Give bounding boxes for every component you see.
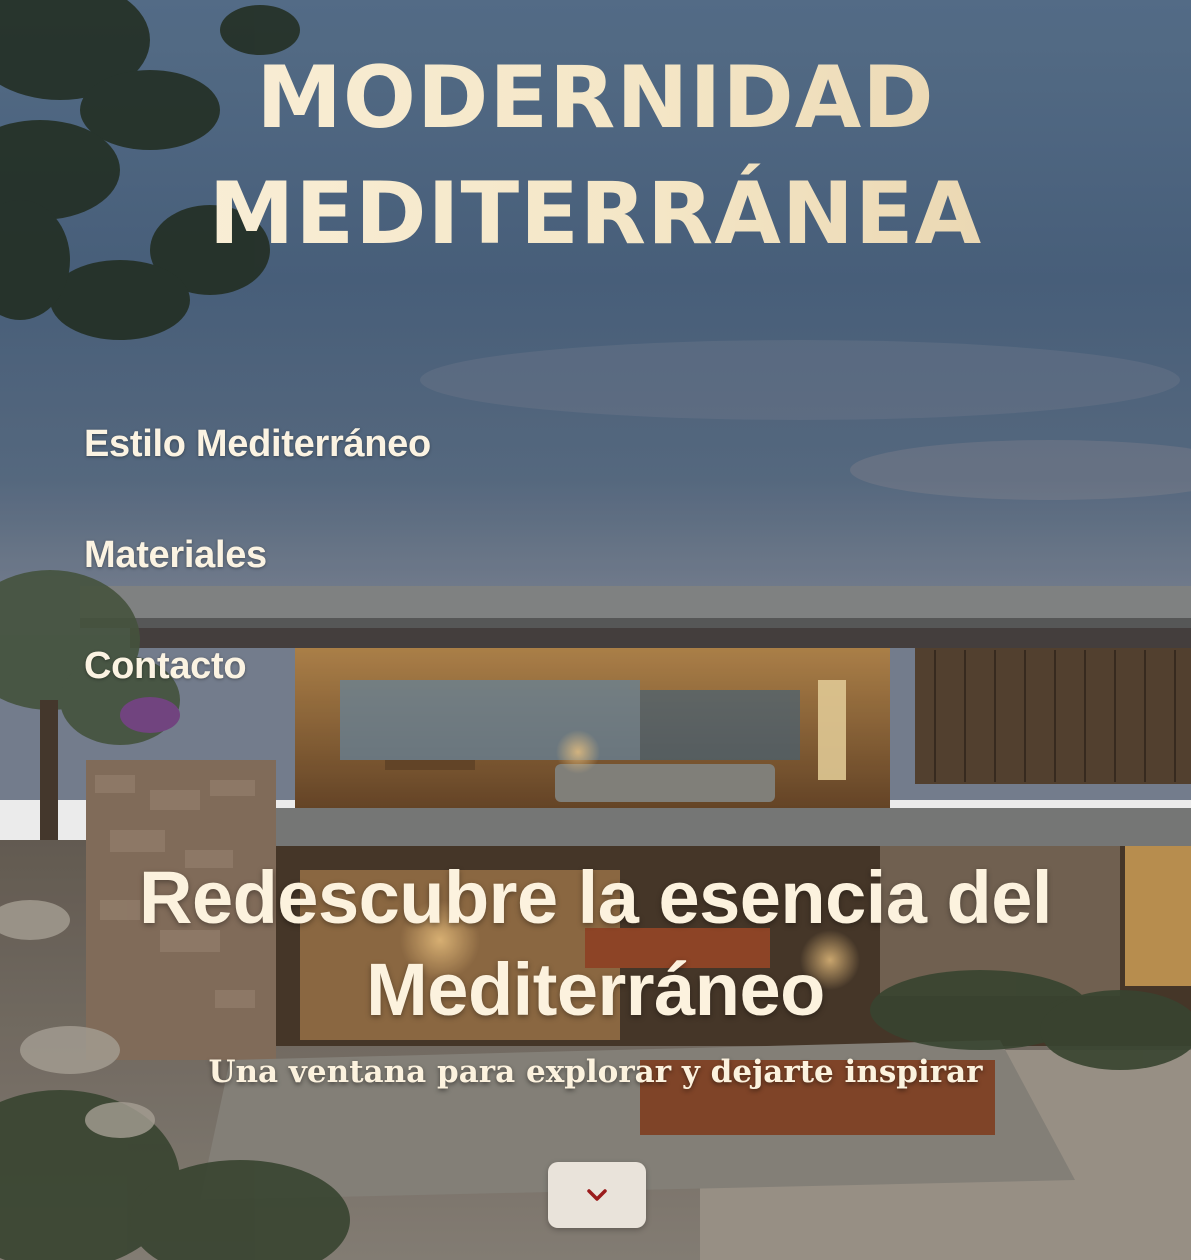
- site-title-line1: MODERNIDAD: [256, 48, 935, 148]
- hero-heading: Redescubre la esencia del Mediterráneo: [0, 852, 1191, 1036]
- site-title: MODERNIDAD MEDITERRÁNEA: [0, 40, 1191, 272]
- chevron-down-icon: [585, 1187, 609, 1203]
- main-nav: Estilo Mediterráneo Materiales Contacto: [84, 416, 431, 749]
- nav-link-estilo-mediterraneo[interactable]: Estilo Mediterráneo: [84, 416, 431, 472]
- hero-heading-line2: Mediterráneo: [366, 948, 825, 1031]
- scroll-down-button[interactable]: [548, 1162, 646, 1228]
- site-title-line2: MEDITERRÁNEA: [208, 164, 983, 264]
- nav-link-contacto[interactable]: Contacto: [84, 638, 431, 694]
- nav-link-materiales[interactable]: Materiales: [84, 527, 431, 583]
- hero-heading-line1: Redescubre la esencia del: [139, 856, 1052, 939]
- hero-subtitle: Una ventana para explorar y dejarte insp…: [208, 1054, 983, 1090]
